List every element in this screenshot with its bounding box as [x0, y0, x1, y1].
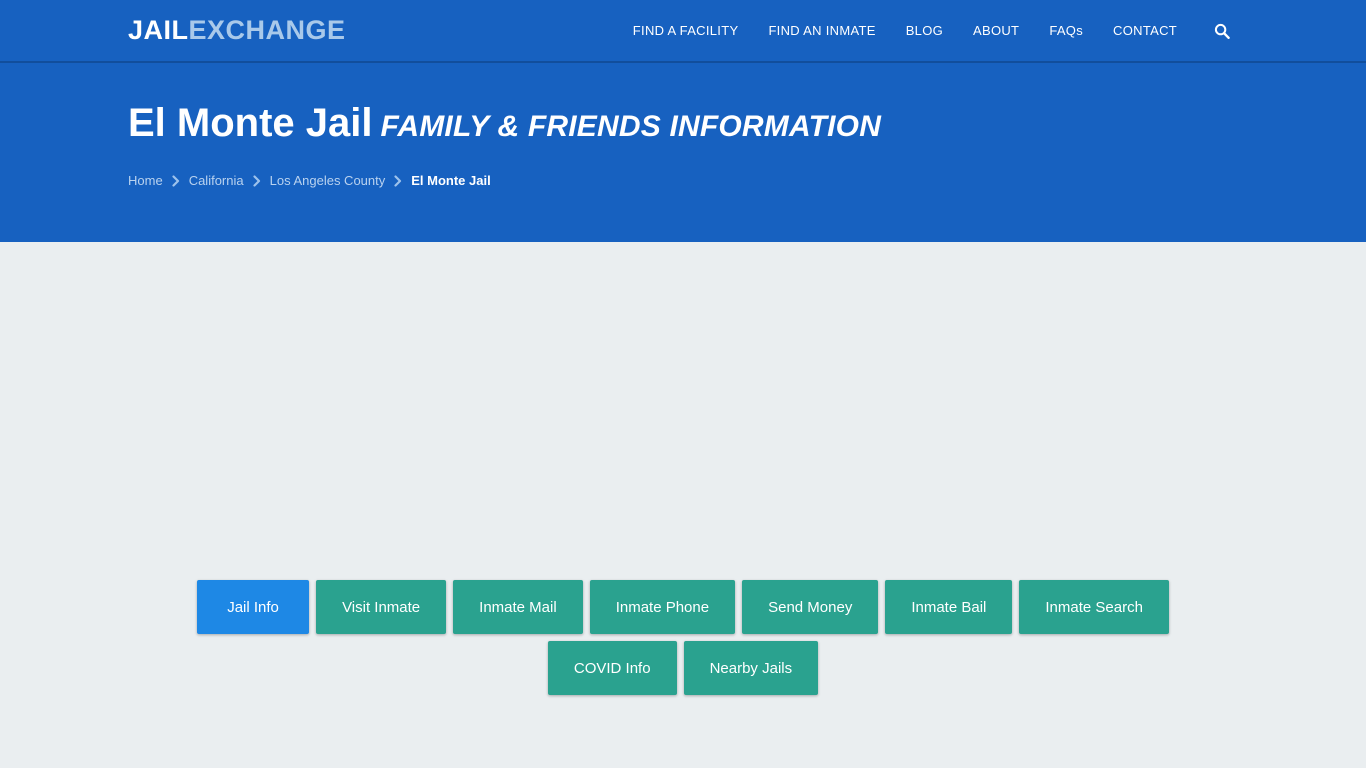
tab-inmate-phone[interactable]: Inmate Phone: [589, 580, 736, 634]
facility-tab-row-2: COVID Info Nearby Jails: [133, 641, 1233, 695]
nav-item-find-a-facility[interactable]: FIND A FACILITY: [618, 23, 754, 38]
nav-item-about[interactable]: ABOUT: [958, 23, 1034, 38]
tab-inmate-bail[interactable]: Inmate Bail: [885, 580, 1013, 634]
nav-item-faqs[interactable]: FAQs: [1034, 23, 1098, 38]
breadcrumb-item-current: El Monte Jail: [411, 173, 491, 188]
page-title: El Monte Jail FAMILY & FRIENDS INFORMATIO…: [128, 101, 1366, 145]
logo-text-secondary: EXCHANGE: [188, 15, 346, 45]
tab-inmate-search[interactable]: Inmate Search: [1019, 580, 1169, 634]
tab-inmate-mail[interactable]: Inmate Mail: [453, 580, 583, 634]
tab-nearby-jails[interactable]: Nearby Jails: [683, 641, 819, 695]
chevron-right-icon: [244, 174, 270, 187]
facility-tab-buttons: Jail Info Visit Inmate Inmate Mail Inmat…: [133, 580, 1233, 695]
main-nav-menu: FIND A FACILITY FIND AN INMATE BLOG ABOU…: [618, 23, 1238, 39]
chevron-right-icon: [385, 174, 411, 187]
facility-tab-row-1: Jail Info Visit Inmate Inmate Mail Inmat…: [133, 580, 1233, 634]
site-logo[interactable]: JAILEXCHANGE: [128, 17, 346, 44]
tab-jail-info[interactable]: Jail Info: [197, 580, 310, 634]
tab-visit-inmate[interactable]: Visit Inmate: [316, 580, 447, 634]
breadcrumb-item-california[interactable]: California: [189, 173, 244, 188]
top-navbar: JAILEXCHANGE FIND A FACILITY FIND AN INM…: [0, 0, 1366, 63]
nav-item-find-an-inmate[interactable]: FIND AN INMATE: [753, 23, 890, 38]
breadcrumb-item-los-angeles-county[interactable]: Los Angeles County: [270, 173, 386, 188]
breadcrumb: Home California Los Angeles County El Mo…: [128, 173, 1366, 188]
tab-send-money[interactable]: Send Money: [742, 580, 879, 634]
chevron-right-icon: [163, 174, 189, 187]
breadcrumb-item-home[interactable]: Home: [128, 173, 163, 188]
main-content: Jail Info Visit Inmate Inmate Mail Inmat…: [0, 242, 1366, 768]
hero-banner: El Monte Jail FAMILY & FRIENDS INFORMATIO…: [0, 63, 1366, 242]
tab-covid-info[interactable]: COVID Info: [547, 641, 677, 695]
page-title-subtitle: FAMILY & FRIENDS INFORMATION: [380, 110, 882, 143]
logo-text-primary: JAIL: [128, 15, 189, 45]
search-icon[interactable]: [1192, 23, 1238, 39]
page-title-main: El Monte Jail: [128, 101, 373, 145]
nav-item-contact[interactable]: CONTACT: [1098, 23, 1192, 38]
content-placeholder-region: [0, 242, 1366, 580]
nav-item-blog[interactable]: BLOG: [891, 23, 958, 38]
